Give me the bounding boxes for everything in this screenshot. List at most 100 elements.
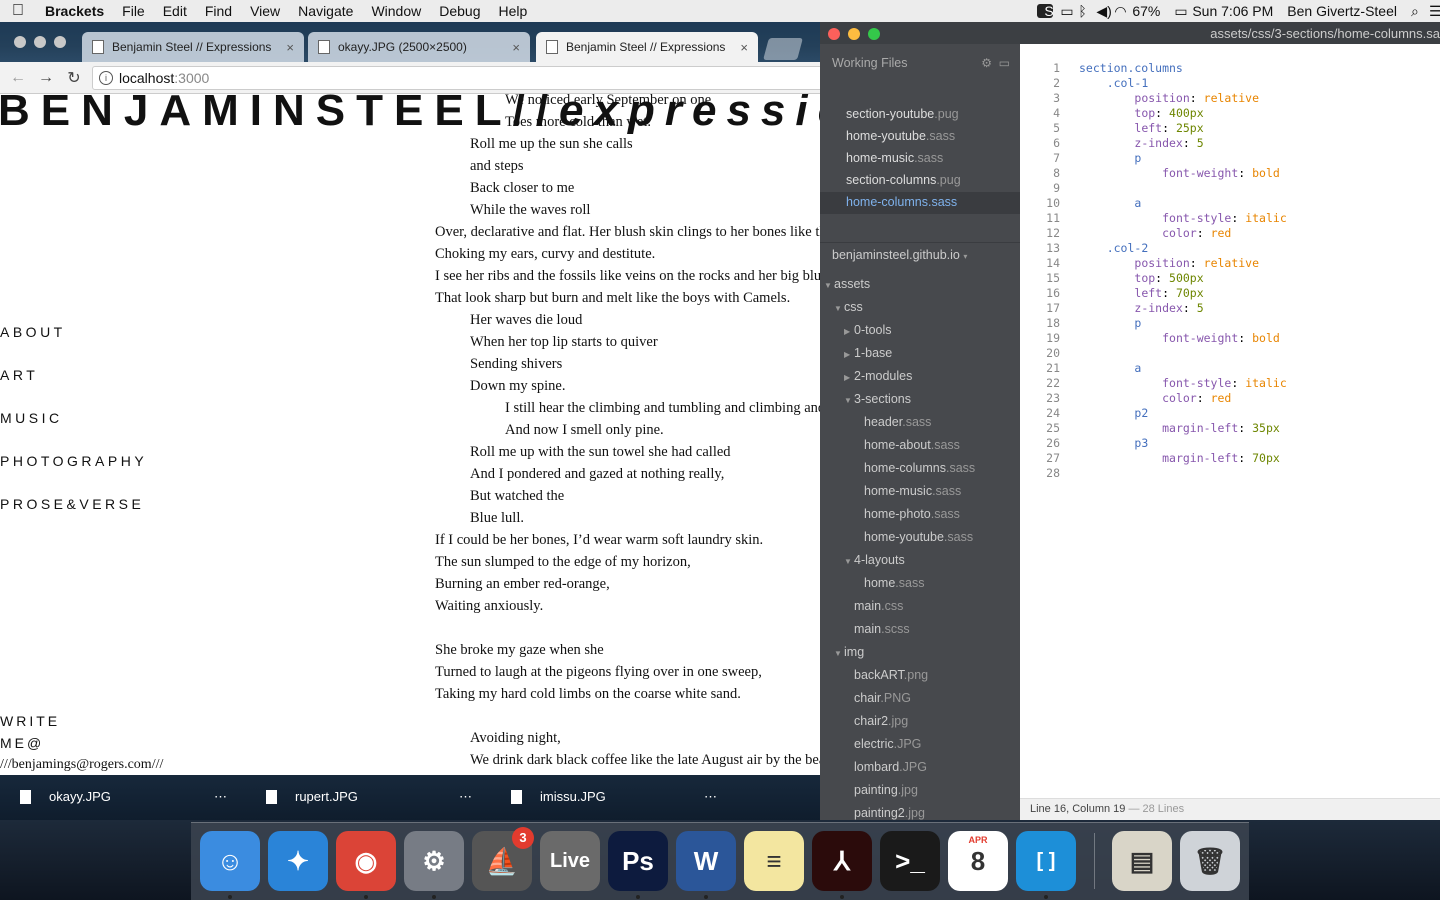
tree-file[interactable]: home-about.sass — [854, 438, 960, 452]
system-preferences-icon[interactable]: ⚙ — [404, 831, 464, 891]
code-line[interactable]: color: red — [1079, 226, 1231, 240]
tab-close-icon[interactable]: × — [286, 40, 294, 55]
nav-music[interactable]: MUSIC — [0, 410, 63, 426]
tab-close-icon[interactable]: × — [512, 40, 520, 55]
gear-icon[interactable]: ⚙ — [981, 56, 992, 70]
spotlight-search-icon[interactable]: ⌕ — [1404, 4, 1422, 18]
close-window-button[interactable] — [828, 28, 840, 40]
project-dropdown[interactable]: benjaminsteel.github.io ▾ — [832, 248, 967, 262]
zoom-window-button[interactable] — [54, 36, 66, 48]
new-tab-button[interactable] — [763, 38, 803, 60]
nav-prose-verse[interactable]: PROSE&VERSE — [0, 496, 144, 512]
tree-file[interactable]: home-youtube.sass — [854, 530, 973, 544]
code-line[interactable]: a — [1079, 196, 1141, 210]
chrome-icon[interactable]: ◉ — [336, 831, 396, 891]
nav-art[interactable]: ART — [0, 367, 38, 383]
notes-icon[interactable]: ≡ — [744, 831, 804, 891]
document-stack-icon[interactable]: ▤ — [1112, 831, 1172, 891]
code-line[interactable]: p — [1079, 151, 1141, 165]
tree-file[interactable]: electric.JPG — [844, 737, 921, 751]
volume-icon[interactable]: ◀) — [1089, 4, 1111, 18]
code-line[interactable]: top: 500px — [1079, 271, 1203, 285]
terminal-icon[interactable]: >_ — [880, 831, 940, 891]
code-line[interactable]: left: 25px — [1079, 121, 1203, 135]
photoshop-icon[interactable]: Ps — [608, 831, 668, 891]
cursor-position[interactable]: Line 16, Column 19 — [1030, 803, 1125, 815]
tree-file[interactable]: painting2.jpg — [844, 806, 925, 820]
tree-file[interactable]: chair2.jpg — [844, 714, 908, 728]
apple-menu-icon[interactable]:  — [0, 2, 36, 20]
menu-view[interactable]: View — [241, 3, 289, 19]
menu-window[interactable]: Window — [362, 3, 430, 19]
disclosure-open-icon[interactable]: ▼ — [824, 281, 834, 290]
disclosure-open-icon[interactable]: ▼ — [844, 557, 854, 566]
code-line[interactable]: font-weight: bold — [1079, 331, 1280, 345]
menu-file[interactable]: File — [113, 3, 154, 19]
bluetooth-icon[interactable]: ᛒ — [1071, 4, 1089, 18]
tree-folder[interactable]: ▼ assets — [824, 277, 870, 291]
tree-folder[interactable]: ▼ css — [834, 300, 863, 314]
code-line[interactable]: font-weight: bold — [1079, 166, 1280, 180]
code-line[interactable]: p2 — [1079, 406, 1148, 420]
brackets-icon[interactable]: [ ] — [1016, 831, 1076, 891]
info-icon[interactable]: i — [99, 71, 113, 85]
download-options-icon[interactable]: ⋯ — [459, 789, 472, 805]
menu-edit[interactable]: Edit — [154, 3, 196, 19]
disclosure-open-icon[interactable]: ▼ — [844, 396, 854, 405]
code-line[interactable]: section.columns — [1079, 61, 1183, 75]
code-line[interactable]: .col-2 — [1079, 241, 1149, 255]
code-line[interactable]: position: relative — [1079, 256, 1259, 270]
user-name[interactable]: Ben Givertz-Steel — [1280, 3, 1404, 19]
download-item[interactable]: imissu.JPG — [511, 789, 606, 804]
disclosure-closed-icon[interactable]: ▶ — [844, 373, 854, 382]
code-line[interactable]: position: relative — [1079, 91, 1259, 105]
clock[interactable]: Sun 7:06 PM — [1185, 3, 1280, 19]
code-line[interactable]: z-index: 5 — [1079, 136, 1203, 150]
app-menu[interactable]: Brackets — [36, 3, 113, 19]
nav-about[interactable]: ABOUT — [0, 324, 66, 340]
tree-file[interactable]: main.scss — [844, 622, 910, 636]
nav-photography[interactable]: PHOTOGRAPHY — [0, 453, 147, 469]
reload-icon[interactable]: ↻ — [60, 68, 88, 88]
tree-folder[interactable]: ▼ 3-sections — [844, 392, 911, 406]
menu-debug[interactable]: Debug — [430, 3, 489, 19]
code-line[interactable]: color: red — [1079, 391, 1231, 405]
airplay-icon[interactable]: ▭ — [1053, 4, 1073, 18]
code-line[interactable]: font-style: italic — [1079, 211, 1287, 225]
disclosure-open-icon[interactable]: ▼ — [834, 649, 844, 658]
tree-file[interactable]: painting.jpg — [844, 783, 918, 797]
tree-folder[interactable]: ▼ img — [834, 645, 864, 659]
download-options-icon[interactable]: ⋯ — [704, 789, 717, 805]
tree-file[interactable]: home-music.sass — [854, 484, 961, 498]
notification-center-icon[interactable]: ☰ — [1422, 4, 1440, 18]
finder-icon[interactable]: ☺ — [200, 831, 260, 891]
working-file-item[interactable]: section-youtube.pug — [846, 107, 959, 121]
tree-folder[interactable]: ▶ 2-modules — [844, 369, 912, 383]
working-file-item[interactable]: home-music.sass — [846, 151, 943, 165]
tree-file[interactable]: home.sass — [854, 576, 924, 590]
code-line[interactable]: z-index: 5 — [1079, 301, 1203, 315]
download-item[interactable]: okayy.JPG — [20, 789, 111, 804]
code-line[interactable]: top: 400px — [1079, 106, 1203, 120]
email-link[interactable]: ///benjamings@rogers.com/// — [0, 757, 163, 773]
tree-file[interactable]: chair.PNG — [844, 691, 911, 705]
skype-status-icon[interactable]: S — [1037, 4, 1054, 18]
forward-icon[interactable]: → — [32, 69, 60, 87]
disclosure-closed-icon[interactable]: ▶ — [844, 327, 854, 336]
browser-tab[interactable]: okayy.JPG (2500×2500) × — [308, 32, 530, 62]
tree-file[interactable]: main.css — [844, 599, 903, 613]
trash-icon[interactable]: 🗑 — [1180, 831, 1240, 891]
working-file-item[interactable]: home-youtube.sass — [846, 129, 955, 143]
tab-close-icon[interactable]: × — [740, 40, 748, 55]
code-line[interactable]: margin-left: 35px — [1079, 421, 1280, 435]
zoom-window-button[interactable] — [868, 28, 880, 40]
safari-icon[interactable]: ✦ — [268, 831, 328, 891]
tree-file[interactable]: backART.png — [844, 668, 928, 682]
minimize-window-button[interactable] — [848, 28, 860, 40]
disclosure-closed-icon[interactable]: ▶ — [844, 350, 854, 359]
code-line[interactable]: font-style: italic — [1079, 376, 1287, 390]
browser-tab-active[interactable]: Benjamin Steel // Expressions × — [536, 32, 758, 62]
disclosure-open-icon[interactable]: ▼ — [834, 304, 844, 313]
download-item[interactable]: rupert.JPG — [266, 789, 358, 804]
code-line[interactable]: left: 70px — [1079, 286, 1203, 300]
